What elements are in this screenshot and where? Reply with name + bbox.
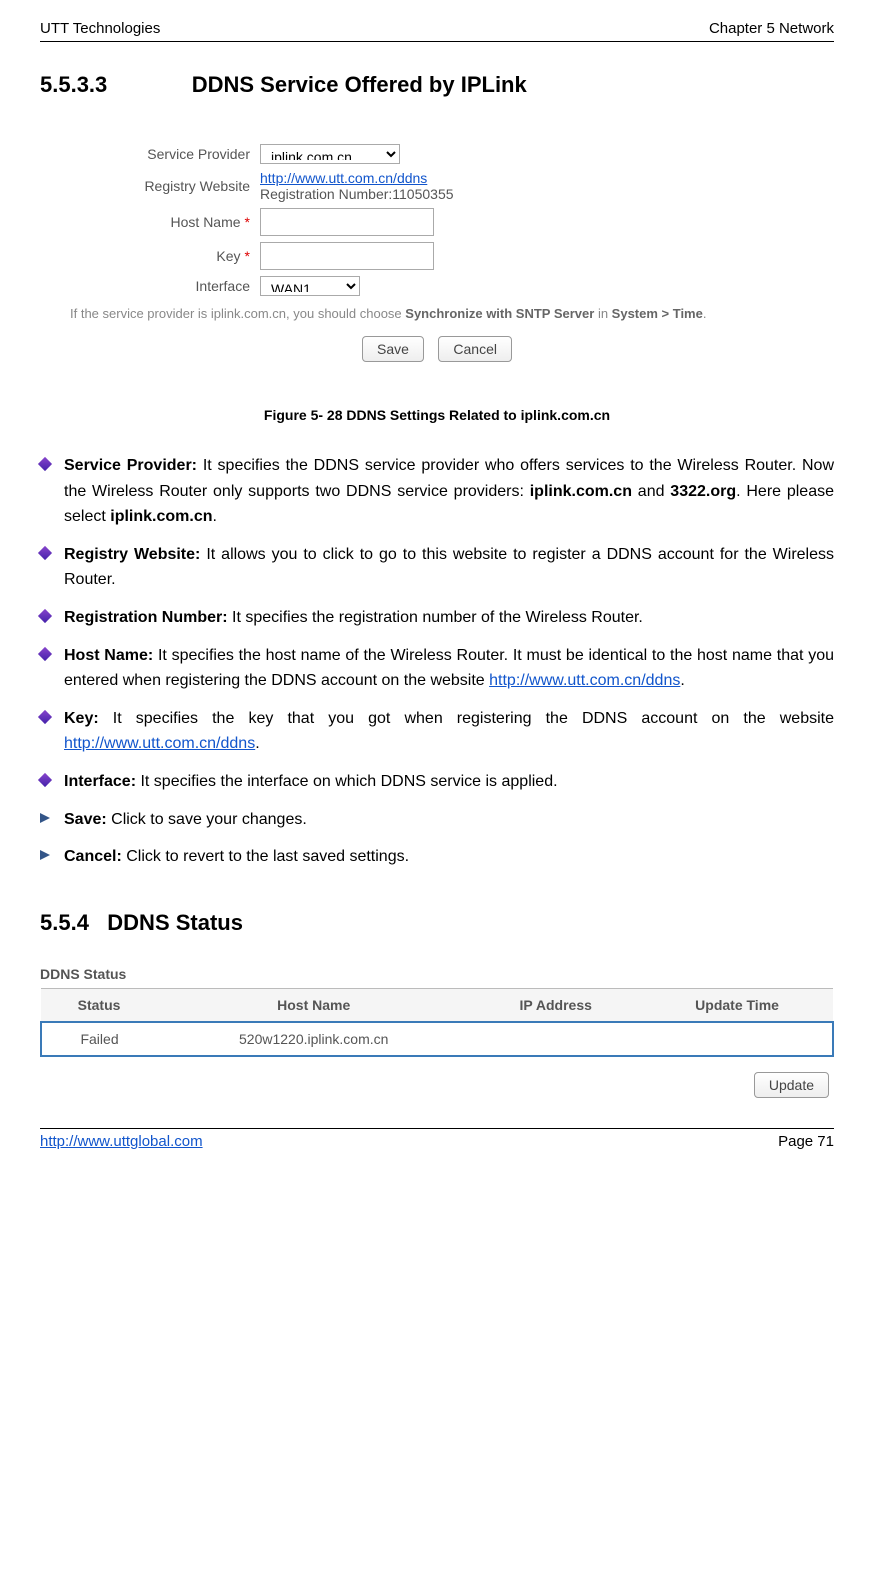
col-ip-address: IP Address [470, 988, 641, 1022]
bullet-host-name: Host Name: It specifies the host name of… [40, 643, 834, 694]
bullet-registry-website: Registry Website: It allows you to click… [40, 542, 834, 593]
label-service-provider: Service Provider [70, 146, 260, 162]
page-footer: http://www.uttglobal.com Page 71 [40, 1128, 834, 1150]
ddns-status-section: DDNS Status Status Host Name IP Address … [40, 966, 834, 1098]
section-title: DDNS Service Offered by IPLink [192, 72, 527, 97]
diamond-icon [38, 457, 52, 471]
diamond-icon [38, 609, 52, 623]
arrow-icon [40, 850, 50, 860]
bullet-cancel: Cancel: Click to revert to the last save… [40, 844, 834, 870]
status-table: Status Host Name IP Address Update Time … [40, 988, 834, 1057]
col-host-name: Host Name [157, 988, 470, 1022]
select-service-provider[interactable]: iplink.com.cn [260, 144, 400, 164]
registry-link[interactable]: http://www.utt.com.cn/ddns [260, 170, 427, 186]
update-button[interactable]: Update [754, 1072, 829, 1098]
label-interface: Interface [70, 278, 260, 294]
diamond-icon [38, 773, 52, 787]
arrow-icon [40, 813, 50, 823]
label-key: Key* [70, 248, 260, 264]
bullet-registration-number: Registration Number: It specifies the re… [40, 605, 834, 631]
bullet-key: Key: It specifies the key that you got w… [40, 706, 834, 757]
cancel-button[interactable]: Cancel [438, 336, 512, 362]
header-left: UTT Technologies [40, 20, 160, 37]
input-key[interactable] [260, 242, 434, 270]
subsection-heading: 5.5.4 DDNS Status [40, 910, 834, 936]
ddns-form-screenshot: Service Provider iplink.com.cn Registry … [40, 128, 834, 387]
hostname-link[interactable]: http://www.utt.com.cn/ddns [489, 672, 680, 689]
diamond-icon [38, 646, 52, 660]
bullet-interface: Interface: It specifies the interface on… [40, 769, 834, 795]
form-note: If the service provider is iplink.com.cn… [70, 306, 804, 321]
input-host-name[interactable] [260, 208, 434, 236]
diamond-icon [38, 710, 52, 724]
select-interface[interactable]: WAN1 [260, 276, 360, 296]
page-header: UTT Technologies Chapter 5 Network [40, 20, 834, 42]
col-update-time: Update Time [641, 988, 833, 1022]
label-registry-website: Registry Website [70, 178, 260, 194]
section-number: 5.5.3.3 [40, 72, 107, 97]
footer-link[interactable]: http://www.uttglobal.com [40, 1133, 203, 1150]
label-host-name: Host Name* [70, 214, 260, 230]
key-link[interactable]: http://www.utt.com.cn/ddns [64, 735, 255, 752]
page-number: Page 71 [778, 1133, 834, 1150]
table-row: Failed 520w1220.iplink.com.cn [41, 1022, 833, 1056]
col-status: Status [41, 988, 157, 1022]
bullet-service-provider: Service Provider: It specifies the DDNS … [40, 453, 834, 530]
save-button[interactable]: Save [362, 336, 424, 362]
header-right: Chapter 5 Network [709, 20, 834, 37]
figure-caption: Figure 5- 28 DDNS Settings Related to ip… [40, 407, 834, 423]
section-heading: 5.5.3.3 DDNS Service Offered by IPLink [40, 72, 834, 98]
registration-number: Registration Number:11050355 [260, 186, 454, 202]
status-heading: DDNS Status [40, 966, 834, 982]
bullet-save: Save: Click to save your changes. [40, 807, 834, 833]
diamond-icon [38, 546, 52, 560]
